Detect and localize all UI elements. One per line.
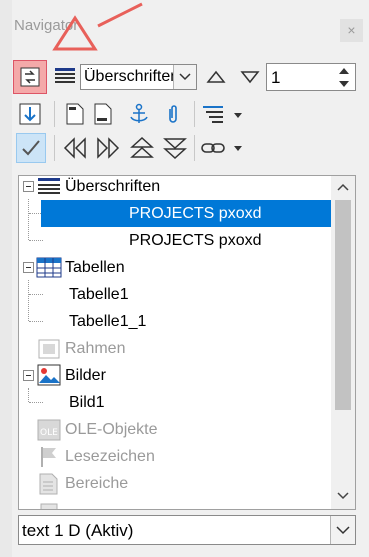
- heading-list-icon[interactable]: [52, 64, 78, 90]
- anchor-button[interactable]: [126, 100, 152, 128]
- promote-chapter-button[interactable]: [127, 134, 157, 162]
- double-chevron-left-icon: [63, 137, 86, 159]
- tree-item-label: Bilder: [65, 367, 106, 384]
- previous-button[interactable]: [203, 64, 229, 90]
- tree-item-bereiche[interactable]: Bereiche: [19, 470, 331, 497]
- chevron-down-icon[interactable]: [330, 516, 355, 544]
- collapse-icon[interactable]: [23, 181, 34, 192]
- tree-scrollbar[interactable]: [331, 176, 355, 509]
- scrollbar-thumb[interactable]: [335, 200, 351, 410]
- tree-item-label: Überschriften: [65, 178, 161, 195]
- tree-item-label: Tabelle1_1: [69, 313, 147, 330]
- double-chevron-up-icon: [130, 136, 154, 158]
- bookmark-icon: [41, 447, 56, 467]
- double-chevron-right-icon: [97, 137, 120, 159]
- tree-item-heading-selected[interactable]: PROJECTS pxoxd: [41, 200, 331, 227]
- tree-item-table[interactable]: Tabelle1_1: [41, 308, 331, 335]
- tree-item-image[interactable]: Bild1: [41, 389, 331, 416]
- drag-mode-button[interactable]: [16, 100, 44, 128]
- tree-item-label: PROJECTS pxoxd: [129, 205, 262, 222]
- image-icon: [37, 364, 61, 386]
- triangle-up-icon: [206, 70, 226, 83]
- heading-level-combo[interactable]: Überschriften: [80, 64, 197, 90]
- hyperlink-icon: [40, 503, 58, 509]
- tree-item-partial: [19, 497, 331, 509]
- toolbar-separator: [194, 135, 195, 161]
- demote-level-button[interactable]: [93, 134, 123, 162]
- page-number-spinner[interactable]: 1: [266, 63, 356, 91]
- insert-link-button[interactable]: [198, 134, 246, 162]
- drag-mode-icon: [19, 103, 41, 125]
- headings-icon: [38, 178, 60, 194]
- anchor-icon: [130, 103, 148, 123]
- document-select-value: text 1 D (Aktiv): [22, 521, 134, 540]
- footer-button[interactable]: [90, 100, 116, 128]
- chevron-down-icon[interactable]: [173, 65, 196, 89]
- heading-levels-icon: [203, 106, 242, 123]
- demote-chapter-button[interactable]: [160, 134, 190, 162]
- toolbar-separator: [54, 135, 55, 161]
- content-view-toggle[interactable]: [16, 133, 46, 163]
- attachment-button[interactable]: [160, 100, 186, 128]
- tree-item-tabellen[interactable]: Tabellen: [19, 254, 331, 281]
- collapse-icon[interactable]: [23, 370, 34, 381]
- triangle-down-icon: [240, 71, 260, 84]
- tree-item-label: Rahmen: [65, 340, 126, 357]
- tree-item-bilder[interactable]: Bilder: [19, 362, 331, 389]
- tree-item-table[interactable]: Tabelle1: [41, 281, 331, 308]
- document-edge: [0, 0, 12, 557]
- close-button[interactable]: ×: [340, 19, 363, 42]
- document-select[interactable]: text 1 D (Aktiv): [18, 515, 356, 545]
- annotation-arrow: [52, 2, 143, 51]
- toolbar-separator: [54, 101, 55, 127]
- collapse-icon[interactable]: [23, 262, 34, 273]
- heading-level-combo-value: Überschriften: [84, 68, 176, 85]
- svg-text:OLE: OLE: [40, 428, 58, 438]
- next-button[interactable]: [237, 64, 263, 90]
- frame-icon: [38, 339, 60, 359]
- tree-item-label: OLE-Objekte: [65, 421, 158, 438]
- section-icon: [39, 473, 58, 495]
- spin-down-icon[interactable]: [333, 77, 355, 90]
- scroll-up-icon[interactable]: [337, 183, 349, 191]
- link-icon: [201, 143, 242, 153]
- page-footer-icon: [94, 103, 112, 125]
- tree-item-ueberschriften[interactable]: Überschriften: [19, 176, 331, 200]
- tree-item-label: Bild1: [69, 394, 105, 411]
- scroll-down-icon[interactable]: [337, 492, 349, 500]
- navigator-tree[interactable]: Überschriften PROJECTS pxoxd PROJECTS px…: [18, 175, 356, 510]
- tree-item-label: Lesezeichen: [65, 448, 155, 465]
- tree-item-label: PROJECTS pxoxd: [129, 232, 262, 249]
- header-button[interactable]: [62, 100, 88, 128]
- ole-object-icon: OLE: [37, 419, 61, 441]
- tree-item-heading[interactable]: PROJECTS pxoxd: [41, 227, 331, 254]
- promote-level-button[interactable]: [60, 134, 90, 162]
- tree-item-ole-objekte[interactable]: OLE OLE-Objekte: [19, 416, 331, 443]
- tree-item-rahmen[interactable]: Rahmen: [19, 335, 331, 362]
- spin-up-icon[interactable]: [333, 64, 355, 77]
- page-header-icon: [66, 103, 84, 125]
- tree-item-label: Tabelle1: [69, 286, 129, 303]
- page-number-value: 1: [271, 68, 281, 87]
- tree-item-lesezeichen[interactable]: Lesezeichen: [19, 443, 331, 470]
- checkmark-icon: [22, 140, 40, 156]
- toggle-icon: [20, 67, 40, 87]
- tree-item-label: Bereiche: [65, 475, 129, 492]
- tree-item-label: Tabellen: [65, 259, 125, 276]
- paperclip-icon: [169, 105, 177, 123]
- double-chevron-down-icon: [163, 138, 187, 160]
- heading-levels-button[interactable]: [200, 100, 246, 128]
- toolbar-separator: [194, 101, 195, 127]
- toggle-navigator-button[interactable]: [13, 60, 47, 94]
- table-icon: [36, 257, 62, 278]
